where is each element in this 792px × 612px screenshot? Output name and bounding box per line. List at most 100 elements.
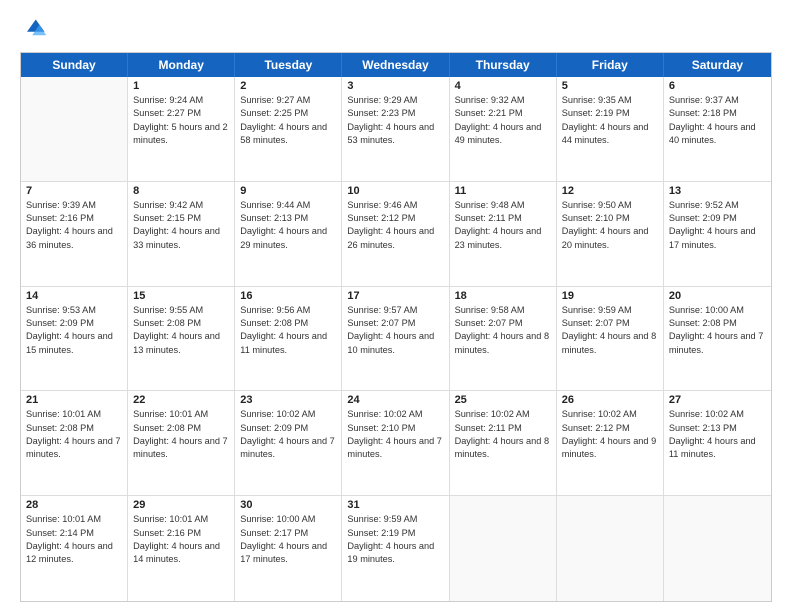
calendar-header: SundayMondayTuesdayWednesdayThursdayFrid… xyxy=(21,53,771,77)
daylight-text: Daylight: 4 hours and 7 minutes. xyxy=(133,436,228,459)
daylight-text: Daylight: 4 hours and 19 minutes. xyxy=(347,541,434,564)
header-day-friday: Friday xyxy=(557,53,664,77)
sunrise-text: Sunrise: 10:02 AM xyxy=(240,409,315,419)
sunset-text: Sunset: 2:13 PM xyxy=(669,423,737,433)
day-info: Sunrise: 10:02 AMSunset: 2:12 PMDaylight… xyxy=(562,408,658,461)
cal-cell-16: 16Sunrise: 9:56 AMSunset: 2:08 PMDayligh… xyxy=(235,287,342,391)
calendar: SundayMondayTuesdayWednesdayThursdayFrid… xyxy=(20,52,772,602)
cal-cell-24: 24 Sunrise: 10:02 AMSunset: 2:10 PMDaylig… xyxy=(342,391,449,495)
daylight-text: Daylight: 4 hours and 9 minutes. xyxy=(562,436,657,459)
day-info: Sunrise: 9:59 AMSunset: 2:07 PMDaylight:… xyxy=(562,304,658,357)
day-number: 6 xyxy=(669,80,766,92)
daylight-text: Daylight: 4 hours and 7 minutes. xyxy=(240,436,335,459)
daylight-text: Daylight: 4 hours and 8 minutes. xyxy=(562,331,657,354)
daylight-text: Daylight: 4 hours and 17 minutes. xyxy=(669,226,756,249)
day-info: Sunrise: 10:02 AMSunset: 2:10 PMDaylight… xyxy=(347,408,443,461)
cal-cell-9: 9Sunrise: 9:44 AMSunset: 2:13 PMDaylight… xyxy=(235,182,342,286)
sunrise-text: Sunrise: 10:01 AM xyxy=(26,409,101,419)
sunrise-text: Sunrise: 9:46 AM xyxy=(347,200,417,210)
sunrise-text: Sunrise: 9:48 AM xyxy=(455,200,525,210)
day-info: Sunrise: 10:00 AMSunset: 2:08 PMDaylight… xyxy=(669,304,766,357)
daylight-text: Daylight: 4 hours and 17 minutes. xyxy=(240,541,327,564)
day-info: Sunrise: 9:48 AM Sunset: 2:11 PM Daylight:… xyxy=(455,199,551,252)
day-number: 12 xyxy=(562,185,658,197)
sunset-text: Sunset: 2:18 PM xyxy=(669,108,737,118)
day-number: 25 xyxy=(455,394,551,406)
sunset-text: Sunset: 2:10 PM xyxy=(347,423,415,433)
cal-cell-25: 25Sunrise: 10:02 AMSunset: 2:11 PMDaylig… xyxy=(450,391,557,495)
sunset-text: Sunset: 2:16 PM xyxy=(26,213,94,223)
sunset-text: Sunset: 2:08 PM xyxy=(669,318,737,328)
day-info: Sunrise: 10:02 AM Sunset: 2:09 PM Daylight… xyxy=(240,408,336,461)
day-number: 27 xyxy=(669,394,766,406)
header-day-tuesday: Tuesday xyxy=(235,53,342,77)
daylight-text: Daylight: 4 hours and 20 minutes. xyxy=(562,226,649,249)
day-number: 8 xyxy=(133,185,229,197)
cal-cell-2: 2Sunrise: 9:27 AMSunset: 2:25 PMDaylight… xyxy=(235,77,342,181)
cal-cell-18: 18Sunrise: 9:58 AMSunset: 2:07 PMDayligh… xyxy=(450,287,557,391)
header-day-wednesday: Wednesday xyxy=(342,53,449,77)
cal-cell-28: 28Sunrise: 10:01 AMSunset: 2:14 PMDaylig… xyxy=(21,496,128,601)
day-number: 31 xyxy=(347,499,443,511)
day-number: 19 xyxy=(562,290,658,302)
day-info: Sunrise: 10:01 AMSunset: 2:08 PMDaylight… xyxy=(133,408,229,461)
sunset-text: Sunset: 2:13 PM xyxy=(240,213,308,223)
sunset-text: Sunset: 2:12 PM xyxy=(347,213,415,223)
daylight-text: Daylight: 4 hours and 15 minutes. xyxy=(26,331,113,354)
day-number: 10 xyxy=(347,185,443,197)
day-number: 24 xyxy=(347,394,443,406)
cal-cell-21: 21Sunrise: 10:01 AMSunset: 2:08 PMDaylig… xyxy=(21,391,128,495)
sunrise-text: Sunrise: 9:58 AM xyxy=(455,305,525,315)
daylight-text: Daylight: 4 hours and 23 minutes. xyxy=(455,226,542,249)
cal-cell-14: 14 Sunrise: 9:53 AMSunset: 2:09 PMDayligh… xyxy=(21,287,128,391)
day-info: Sunrise: 9:29 AMSunset: 2:23 PMDaylight:… xyxy=(347,94,443,147)
day-number: 2 xyxy=(240,80,336,92)
sunset-text: Sunset: 2:11 PM xyxy=(455,213,522,223)
page: SundayMondayTuesdayWednesdayThursdayFrid… xyxy=(0,0,792,612)
week-row-1: 7 Sunrise: 9:39 AM Sunset: 2:16 PM Daylight… xyxy=(21,182,771,287)
day-info: Sunrise: 9:57 AMSunset: 2:07 PMDaylight:… xyxy=(347,304,443,357)
daylight-text: Daylight: 4 hours and 7 minutes. xyxy=(669,331,764,354)
sunrise-text: Sunrise: 9:39 AM xyxy=(26,200,96,210)
day-info: Sunrise: 9:52 AMSunset: 2:09 PMDaylight:… xyxy=(669,199,766,252)
day-number: 14 xyxy=(26,290,122,302)
cal-cell-17: 17Sunrise: 9:57 AMSunset: 2:07 PMDayligh… xyxy=(342,287,449,391)
sunset-text: Sunset: 2:08 PM xyxy=(240,318,308,328)
sunset-text: Sunset: 2:11 PM xyxy=(455,423,522,433)
day-info: Sunrise: 9:53 AMSunset: 2:09 PMDaylight:… xyxy=(26,304,122,357)
cal-cell-22: 22Sunrise: 10:01 AMSunset: 2:08 PMDaylig… xyxy=(128,391,235,495)
day-number: 7 xyxy=(26,185,122,197)
daylight-text: Daylight: 4 hours and 13 minutes. xyxy=(133,331,220,354)
day-number: 13 xyxy=(669,185,766,197)
daylight-text: Daylight: 4 hours and 33 minutes. xyxy=(133,226,220,249)
cal-cell-19: 19 Sunrise: 9:59 AMSunset: 2:07 PMDayligh… xyxy=(557,287,664,391)
header-day-monday: Monday xyxy=(128,53,235,77)
sunset-text: Sunset: 2:21 PM xyxy=(455,108,523,118)
sunset-text: Sunset: 2:19 PM xyxy=(562,108,630,118)
sunrise-text: Sunrise: 9:42 AM xyxy=(133,200,203,210)
sunrise-text: Sunrise: 9:50 AM xyxy=(562,200,632,210)
sunrise-text: Sunrise: 9:56 AM xyxy=(240,305,310,315)
week-row-0: 1Sunrise: 9:24 AMSunset: 2:27 PMDaylight… xyxy=(21,77,771,182)
day-info: Sunrise: 9:50 AMSunset: 2:10 PMDaylight:… xyxy=(562,199,658,252)
cal-cell-empty-4-5 xyxy=(557,496,664,601)
sunset-text: Sunset: 2:19 PM xyxy=(347,528,415,538)
day-info: Sunrise: 10:01 AMSunset: 2:08 PMDaylight… xyxy=(26,408,122,461)
cal-cell-12: 12 Sunrise: 9:50 AMSunset: 2:10 PMDayligh… xyxy=(557,182,664,286)
sunset-text: Sunset: 2:14 PM xyxy=(26,528,94,538)
cal-cell-29: 29Sunrise: 10:01 AMSunset: 2:16 PMDaylig… xyxy=(128,496,235,601)
daylight-text: Daylight: 4 hours and 11 minutes. xyxy=(669,436,756,459)
day-number: 21 xyxy=(26,394,122,406)
day-number: 20 xyxy=(669,290,766,302)
daylight-text: Daylight: 4 hours and 8 minutes. xyxy=(455,436,550,459)
day-info: Sunrise: 10:01 AMSunset: 2:16 PMDaylight… xyxy=(133,513,229,566)
sunset-text: Sunset: 2:12 PM xyxy=(562,423,630,433)
sunset-text: Sunset: 2:16 PM xyxy=(133,528,201,538)
sunset-text: Sunset: 2:17 PM xyxy=(240,528,308,538)
sunset-text: Sunset: 2:09 PM xyxy=(26,318,94,328)
cal-cell-30: 30Sunrise: 10:00 AMSunset: 2:17 PMDaylig… xyxy=(235,496,342,601)
sunset-text: Sunset: 2:09 PM xyxy=(240,423,308,433)
sunset-text: Sunset: 2:08 PM xyxy=(26,423,94,433)
sunrise-text: Sunrise: 9:24 AM xyxy=(133,95,203,105)
sunset-text: Sunset: 2:08 PM xyxy=(133,318,201,328)
